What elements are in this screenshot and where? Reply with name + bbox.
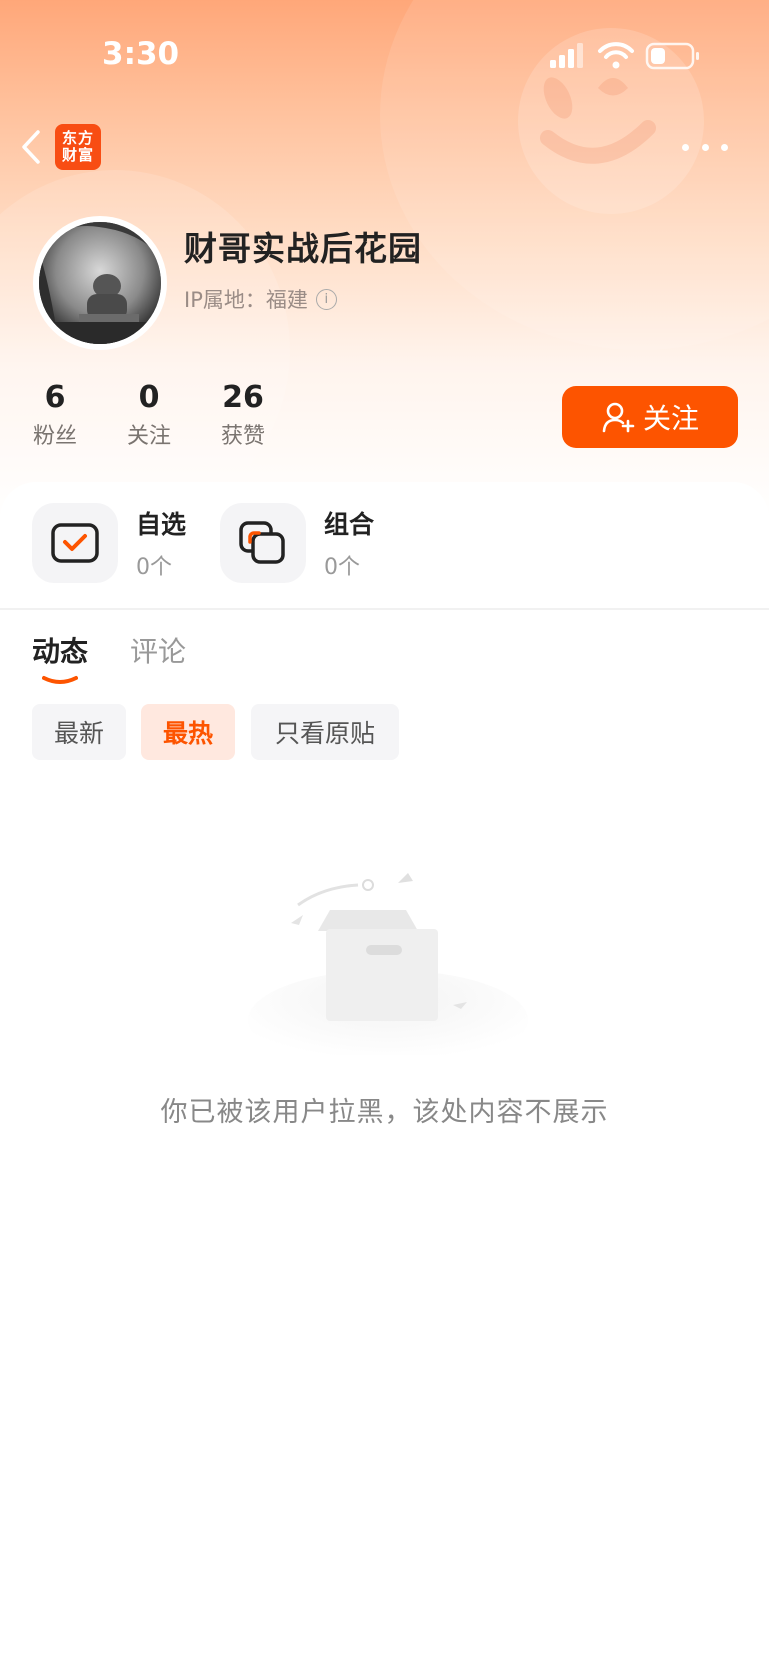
stat-label: 获赞	[220, 424, 265, 449]
back-button[interactable]	[16, 124, 46, 170]
ip-location-text: IP属地：福建	[184, 288, 308, 312]
filter-hottest[interactable]: 最热	[141, 704, 235, 760]
follow-button-label: 关注	[642, 402, 699, 435]
stat-label: 粉丝	[32, 424, 77, 449]
filter-original-only[interactable]: 只看原贴	[251, 704, 399, 760]
status-icons	[550, 40, 710, 72]
add-user-icon	[602, 402, 635, 433]
stat-likes[interactable]: 26 获赞	[218, 380, 268, 450]
more-dot	[701, 143, 709, 151]
empty-state-message: 你已被该用户拉黑，该处内容不展示	[160, 1097, 609, 1128]
info-icon[interactable]: i	[315, 288, 337, 310]
stat-value: 0	[138, 380, 160, 415]
portfolio-count: 0个	[324, 555, 360, 580]
more-dot	[721, 143, 728, 151]
more-button[interactable]	[682, 130, 728, 164]
avatar-image	[39, 222, 161, 344]
watchlist-title: 自选	[136, 510, 187, 539]
ip-location: IP属地：福建 i	[184, 284, 337, 314]
more-dot	[682, 143, 689, 151]
portfolio-title: 组合	[324, 510, 375, 539]
stat-fans[interactable]: 6 粉丝	[30, 380, 80, 450]
portfolio-entry[interactable]: 组合 0个	[220, 503, 374, 583]
stat-value: 26	[222, 380, 264, 415]
portfolio-icon	[220, 503, 306, 583]
follow-button[interactable]: 关注	[562, 386, 738, 448]
app-logo[interactable]: 东方 财富	[55, 124, 101, 170]
user-name: 财哥实战后花园	[184, 229, 422, 268]
empty-box-illustration	[238, 855, 538, 1070]
section-divider	[0, 608, 769, 610]
battery-icon	[645, 42, 699, 70]
watchlist-entry[interactable]: 自选 0个	[32, 503, 186, 583]
content-card	[0, 482, 769, 1665]
stat-label: 关注	[126, 424, 171, 449]
tab-active-indicator	[42, 670, 78, 684]
checkbox-icon	[32, 503, 118, 583]
signal-icon	[550, 43, 583, 68]
logo-text-line1: 东方	[61, 129, 94, 147]
wifi-icon	[598, 42, 634, 59]
stat-following[interactable]: 0 关注	[124, 380, 174, 450]
stat-value: 6	[44, 380, 66, 415]
chevron-left-icon	[22, 130, 40, 164]
tab-comments[interactable]: 评论	[130, 630, 186, 670]
watchlist-count: 0个	[136, 555, 172, 580]
logo-text-line2: 财富	[61, 146, 94, 164]
avatar[interactable]	[33, 216, 167, 350]
filter-latest[interactable]: 最新	[32, 704, 126, 760]
tab-posts[interactable]: 动态	[32, 630, 88, 670]
status-time: 3:30	[102, 36, 180, 72]
